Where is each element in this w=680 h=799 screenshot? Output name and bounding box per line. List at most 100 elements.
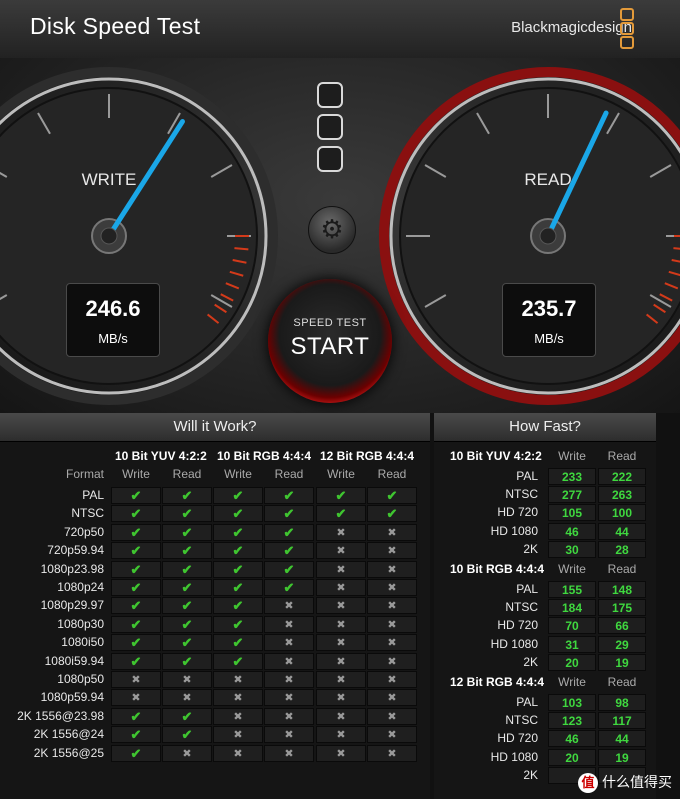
check-icon: ✔ bbox=[162, 523, 212, 541]
format-label: NTSC bbox=[505, 487, 538, 502]
check-icon: ✔ bbox=[162, 505, 212, 523]
read-speed: 100 bbox=[598, 504, 646, 522]
cross-icon: ✖ bbox=[367, 615, 417, 633]
write-needle-cap bbox=[100, 227, 118, 245]
cross-icon: ✖ bbox=[162, 744, 212, 762]
cross-icon: ✖ bbox=[264, 652, 314, 670]
read-speed: 175 bbox=[598, 599, 646, 617]
read-speed: 66 bbox=[598, 617, 646, 635]
cross-icon: ✖ bbox=[213, 671, 263, 688]
group-header: 12 Bit RGB 4:4:4 bbox=[320, 449, 415, 463]
cross-icon: ✖ bbox=[264, 634, 314, 652]
cross-icon: ✖ bbox=[213, 744, 263, 762]
cross-icon: ✖ bbox=[367, 689, 417, 707]
format-label: 1080p29.97 bbox=[40, 598, 104, 613]
cross-icon: ✖ bbox=[316, 523, 366, 541]
cross-icon: ✖ bbox=[316, 671, 366, 688]
group-header: 10 Bit RGB 4:4:4 bbox=[217, 449, 312, 463]
check-icon: ✔ bbox=[264, 505, 314, 523]
format-label: 2K 1556@25 bbox=[33, 745, 104, 760]
column-header: Read bbox=[172, 467, 202, 481]
cross-icon: ✖ bbox=[264, 615, 314, 633]
cross-icon: ✖ bbox=[367, 744, 417, 762]
read-needle-cap bbox=[539, 227, 557, 245]
cross-icon: ✖ bbox=[316, 542, 366, 560]
format-label: HD 1080 bbox=[490, 636, 538, 651]
check-icon: ✔ bbox=[111, 726, 161, 744]
cross-icon: ✖ bbox=[316, 652, 366, 670]
cross-icon: ✖ bbox=[316, 689, 366, 707]
read-speed: 222 bbox=[598, 468, 646, 485]
cross-icon: ✖ bbox=[367, 634, 417, 652]
read-speed: 98 bbox=[598, 694, 646, 711]
read-gauge-label: READ bbox=[524, 170, 571, 189]
start-button-caption: SPEED TEST bbox=[293, 317, 367, 329]
format-label: 2K 1556@23.98 bbox=[17, 708, 104, 723]
write-readout: 246.6 MB/s bbox=[66, 283, 160, 357]
format-label: HD 720 bbox=[497, 505, 538, 520]
format-label: 1080p30 bbox=[57, 616, 104, 631]
read-speed: 44 bbox=[598, 730, 646, 748]
check-icon: ✔ bbox=[111, 579, 161, 596]
column-header: Read bbox=[274, 467, 304, 481]
read-speed: 19 bbox=[598, 748, 646, 766]
format-header: Format bbox=[65, 467, 104, 481]
format-label: 2K bbox=[523, 541, 538, 556]
format-label: HD 1080 bbox=[490, 749, 538, 764]
read-speed: 44 bbox=[598, 522, 646, 540]
write-speed: 70 bbox=[548, 617, 596, 635]
cross-icon: ✖ bbox=[316, 726, 366, 744]
write-value: 246.6 bbox=[85, 296, 141, 321]
write-speed: 184 bbox=[548, 599, 596, 617]
title-bar: Disk Speed Test Blackmagicdesign bbox=[0, 0, 680, 59]
watermark-text: 什么值得买 bbox=[602, 773, 672, 790]
check-icon: ✔ bbox=[162, 560, 212, 578]
column-header: Write bbox=[122, 467, 150, 481]
check-icon: ✔ bbox=[213, 487, 263, 504]
gear-icon: ⚙ bbox=[320, 214, 344, 244]
read-speed: 29 bbox=[598, 635, 646, 653]
check-icon: ✔ bbox=[162, 615, 212, 633]
gauge-area: WRITE READ 246.6 MB/s 235.7 MB/s ⚙ SPEED … bbox=[0, 58, 680, 413]
check-icon: ✔ bbox=[213, 523, 263, 541]
format-label: 1080i59.94 bbox=[44, 653, 104, 668]
cross-icon: ✖ bbox=[367, 726, 417, 744]
check-icon: ✔ bbox=[111, 707, 161, 725]
write-speed: 103 bbox=[548, 694, 596, 711]
read-header: Read bbox=[607, 449, 637, 463]
read-header: Read bbox=[607, 675, 637, 689]
how-fast-panel: How Fast? 10 Bit YUV 4:2:2 Write Read PAL 23… bbox=[434, 413, 656, 799]
cross-icon: ✖ bbox=[367, 652, 417, 670]
check-icon: ✔ bbox=[162, 579, 212, 596]
read-unit: MB/s bbox=[534, 331, 564, 346]
check-icon: ✔ bbox=[162, 652, 212, 670]
format-label: 1080p23.98 bbox=[40, 561, 104, 576]
will-it-work-panel: Will it Work? 10 Bit YUV 4:2:2 Write Read 1… bbox=[0, 413, 430, 799]
format-label: 2K 1556@24 bbox=[33, 727, 104, 742]
format-label: 1080p50 bbox=[57, 672, 104, 686]
check-icon: ✔ bbox=[162, 487, 212, 504]
brand-logo-icon bbox=[620, 8, 634, 49]
format-label: PAL bbox=[516, 582, 538, 596]
start-button[interactable]: SPEED TEST START bbox=[268, 279, 392, 403]
check-icon: ✔ bbox=[213, 542, 263, 560]
check-icon: ✔ bbox=[264, 542, 314, 560]
cross-icon: ✖ bbox=[316, 597, 366, 615]
format-label: NTSC bbox=[71, 506, 104, 521]
check-icon: ✔ bbox=[213, 597, 263, 615]
write-speed: 30 bbox=[548, 540, 596, 558]
check-icon: ✔ bbox=[162, 542, 212, 560]
cross-icon: ✖ bbox=[316, 707, 366, 725]
cross-icon: ✖ bbox=[213, 689, 263, 707]
check-icon: ✔ bbox=[213, 560, 263, 578]
section-header: 10 Bit YUV 4:2:2 bbox=[450, 449, 542, 463]
write-header: Write bbox=[558, 449, 586, 463]
check-icon: ✔ bbox=[111, 744, 161, 762]
format-label: 720p59.94 bbox=[47, 543, 104, 558]
check-icon: ✔ bbox=[213, 652, 263, 670]
settings-button[interactable]: ⚙ bbox=[308, 206, 356, 254]
check-icon: ✔ bbox=[111, 523, 161, 541]
watermark-badge: 值 bbox=[578, 773, 598, 793]
check-icon: ✔ bbox=[111, 505, 161, 523]
write-gauge-label: WRITE bbox=[82, 170, 137, 189]
